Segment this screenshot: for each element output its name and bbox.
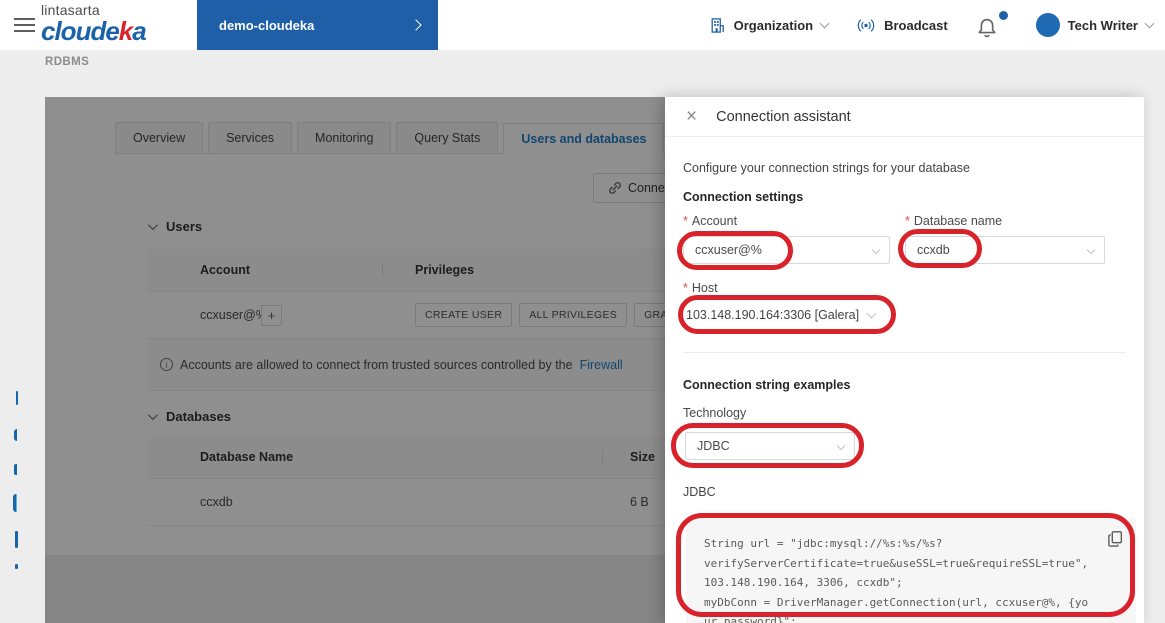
user-name: Tech Writer <box>1068 18 1138 33</box>
clipped-sidebar-glyph <box>15 564 18 569</box>
technology-select-value: JDBC <box>697 439 730 453</box>
copy-icon <box>1107 530 1123 547</box>
logo-cloudeka-text: cloudeka <box>41 18 146 44</box>
broadcast-icon <box>856 18 876 33</box>
topbar: lintasarta cloudeka demo-cloudeka <box>0 0 1165 50</box>
code-line: myDbConn = DriverManager.getConnection(u… <box>704 593 1092 623</box>
account-select[interactable]: ccxuser@% <box>683 236 890 264</box>
clipped-sidebar-glyph <box>14 464 17 475</box>
notification-badge-dot <box>999 11 1008 20</box>
host-field-label: *Host <box>683 281 718 295</box>
database-name-field-label: *Database name <box>905 214 1002 228</box>
organization-menu[interactable]: Organization <box>709 17 828 34</box>
drawer-description: Configure your connection strings for yo… <box>683 161 970 175</box>
notifications-button[interactable] <box>976 9 1008 41</box>
broadcast-menu[interactable]: Broadcast <box>856 18 948 33</box>
hamburger-menu-icon[interactable] <box>14 18 35 32</box>
required-marker: * <box>683 281 688 295</box>
section-divider <box>683 352 1126 353</box>
jdbc-heading: JDBC <box>683 485 716 499</box>
host-select-value: 103.148.190.164:3306 [Galera] <box>686 308 859 322</box>
logo-lintasarta-text: lintasarta <box>41 3 146 17</box>
chevron-down-icon <box>820 19 830 29</box>
project-switcher[interactable]: demo-cloudeka <box>197 0 438 50</box>
clipped-sidebar-glyph <box>14 429 17 441</box>
user-avatar <box>1036 13 1060 37</box>
bell-icon <box>976 16 998 40</box>
required-marker: * <box>905 214 910 228</box>
code-line: String url = "jdbc:mysql://%s:%s/%s? <box>704 534 1092 554</box>
chevron-down-icon <box>1087 246 1095 254</box>
code-line: verifyServerCertificate=true&useSSL=true… <box>704 554 1092 574</box>
connection-string-examples-heading: Connection string examples <box>683 378 850 392</box>
page-body: RDBMS Overview Services Monitoring Query… <box>0 50 1165 623</box>
drawer-title: Connection assistant <box>716 109 851 125</box>
required-marker: * <box>683 214 688 228</box>
project-name: demo-cloudeka <box>219 18 314 33</box>
code-snippet-container: String url = "jdbc:mysql://%s:%s/%s? ver… <box>686 518 1136 623</box>
chevron-down-icon <box>837 442 845 450</box>
organization-building-icon <box>709 17 726 34</box>
topbar-actions: Organization Broadcast <box>709 0 1153 50</box>
broadcast-label: Broadcast <box>884 18 948 33</box>
technology-select[interactable]: JDBC <box>685 432 855 460</box>
chevron-right-icon <box>410 19 421 30</box>
clipped-sidebar-glyph <box>13 494 17 512</box>
clipped-sidebar-glyph <box>15 531 18 548</box>
technology-label: Technology <box>683 406 746 420</box>
close-icon[interactable] <box>686 107 697 126</box>
database-name-select-value: ccxdb <box>917 243 950 257</box>
breadcrumb: RDBMS <box>45 56 89 68</box>
chevron-down-icon <box>867 308 877 318</box>
copy-code-button[interactable] <box>1107 530 1123 547</box>
cloudeka-logo: lintasarta cloudeka <box>41 3 146 44</box>
clipped-sidebar-glyph <box>16 391 18 405</box>
chevron-down-icon <box>1145 19 1155 29</box>
chevron-down-icon <box>872 246 880 254</box>
database-name-select[interactable]: ccxdb <box>905 236 1105 264</box>
drawer-header: Connection assistant <box>665 97 1144 137</box>
organization-label: Organization <box>734 18 813 33</box>
account-select-value: ccxuser@% <box>695 243 762 257</box>
host-select[interactable]: 103.148.190.164:3306 [Galera] <box>686 302 875 328</box>
screen: lintasarta cloudeka demo-cloudeka <box>0 0 1165 623</box>
account-field-label: *Account <box>683 214 737 228</box>
connection-assistant-drawer: Connection assistant Configure your conn… <box>665 97 1144 623</box>
user-menu[interactable]: Tech Writer <box>1036 13 1153 37</box>
jdbc-code-block: String url = "jdbc:mysql://%s:%s/%s? ver… <box>686 518 1136 623</box>
code-line: 103.148.190.164, 3306, ccxdb"; <box>704 573 1092 593</box>
connection-settings-heading: Connection settings <box>683 190 803 204</box>
